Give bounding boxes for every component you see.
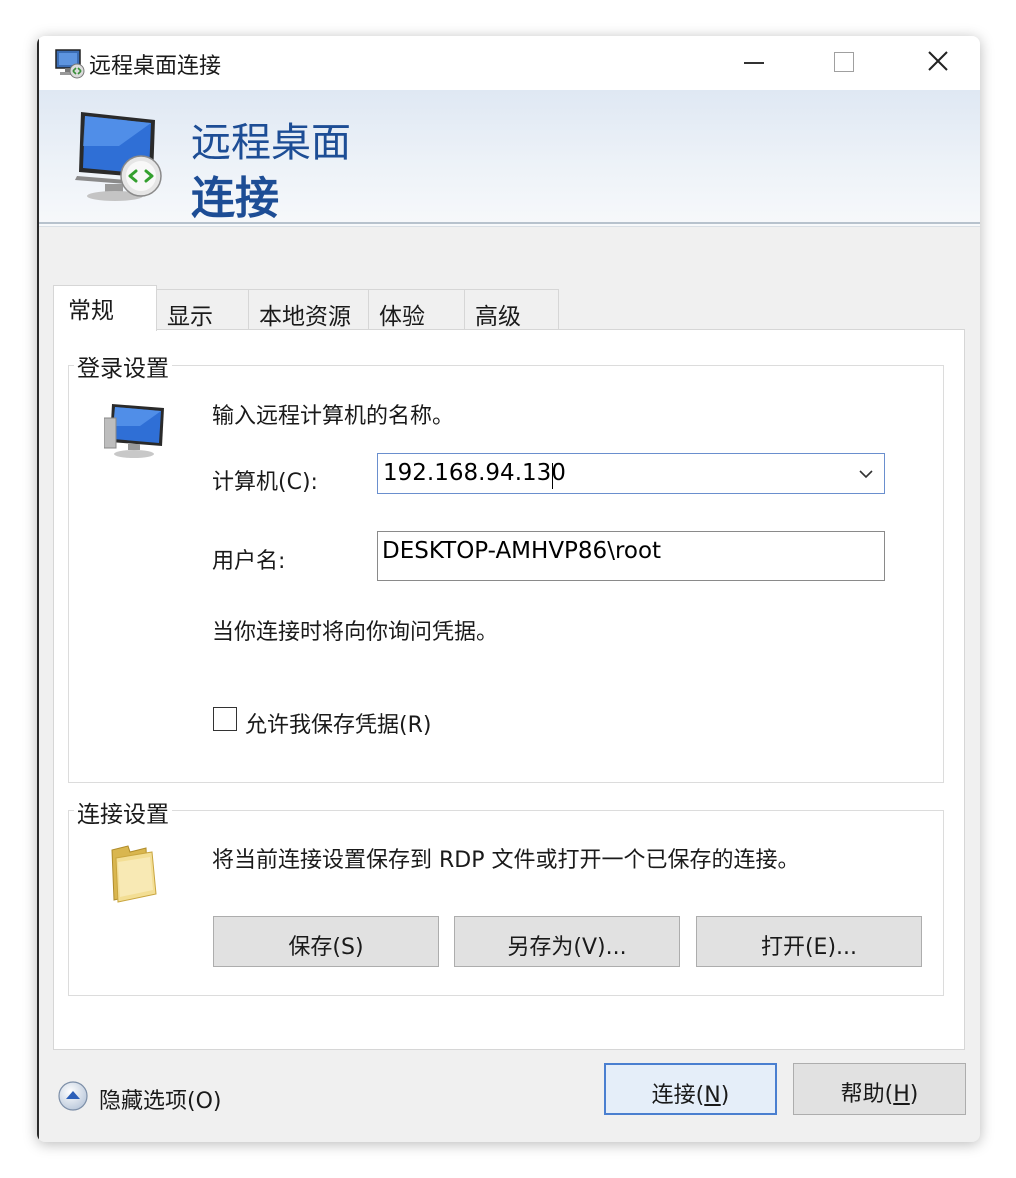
folder-icon (111, 845, 157, 903)
connect-button[interactable]: 连接(N) (604, 1063, 777, 1115)
help-button-label: 帮助(H) (840, 1082, 919, 1107)
open-button-label: 打开(E)... (760, 935, 858, 960)
save-button[interactable]: 保存(S) (213, 916, 439, 967)
save-button-label: 保存(S) (288, 935, 364, 960)
minimize-button[interactable] (717, 36, 797, 90)
minimize-icon (744, 62, 764, 64)
computer-icon (104, 404, 164, 458)
close-button[interactable] (897, 36, 977, 90)
username-field[interactable]: DESKTOP-AMHVP86\root (377, 531, 885, 581)
text-caret (552, 463, 553, 489)
save-credentials-checkbox[interactable] (213, 707, 237, 731)
save-credentials-label[interactable]: 允许我保存凭据(R) (245, 707, 431, 739)
connection-description: 将当前连接设置保存到 RDP 文件或打开一个已保存的连接。 (212, 848, 800, 873)
hide-options-label[interactable]: 隐藏选项(O) (99, 1083, 221, 1115)
header-banner: 远程桌面 连接 (37, 90, 980, 226)
tab-local-resources[interactable]: 本地资源 (248, 289, 369, 331)
credential-note: 当你连接时将向你询问凭据。 (212, 620, 499, 645)
tab-panel-general: 登录设置 输入远程计算机的名称。 计算机(C): 192.168.94.130 … (53, 329, 965, 1050)
rdp-window: 远程桌面连接 远程桌面 连接 常规 显示 本地资源 体验 高级 登录设置 输入远… (37, 36, 980, 1142)
open-button[interactable]: 打开(E)... (696, 916, 922, 967)
computer-label: 计算机(C): (212, 470, 318, 495)
tab-experience[interactable]: 体验 (368, 289, 465, 331)
collapse-options-icon[interactable] (57, 1080, 89, 1112)
connect-button-label: 连接(N) (651, 1083, 730, 1108)
remote-desktop-app-icon (55, 49, 85, 79)
instruction-text: 输入远程计算机的名称。 (212, 404, 455, 429)
connection-settings-group (68, 810, 944, 996)
maximize-button[interactable] (805, 36, 885, 90)
banner-divider-light (37, 226, 980, 227)
tab-general[interactable]: 常规 (53, 285, 157, 331)
help-button[interactable]: 帮助(H) (793, 1063, 966, 1115)
save-as-button[interactable]: 另存为(V)... (454, 916, 680, 967)
tab-advanced[interactable]: 高级 (464, 289, 559, 331)
close-icon (927, 50, 949, 72)
computer-input[interactable]: 192.168.94.130 (383, 460, 566, 486)
window-title: 远程桌面连接 (89, 54, 222, 79)
banner-title-line1: 远程桌面 (191, 120, 351, 166)
banner-divider (37, 222, 980, 224)
title-bar: 远程桌面连接 (37, 36, 980, 90)
banner-title-line2: 连接 (191, 173, 279, 224)
remote-desktop-monitor-icon (75, 112, 162, 201)
username-value[interactable]: DESKTOP-AMHVP86\root (382, 538, 661, 564)
connection-settings-title: 连接设置 (74, 795, 172, 829)
maximize-icon (834, 52, 854, 72)
computer-combobox[interactable]: 192.168.94.130 (377, 453, 885, 494)
login-settings-title: 登录设置 (74, 349, 172, 383)
save-as-button-label: 另存为(V)... (507, 935, 627, 960)
chevron-down-icon[interactable] (858, 468, 874, 480)
username-label: 用户名: (212, 549, 286, 574)
tab-display[interactable]: 显示 (156, 289, 249, 331)
